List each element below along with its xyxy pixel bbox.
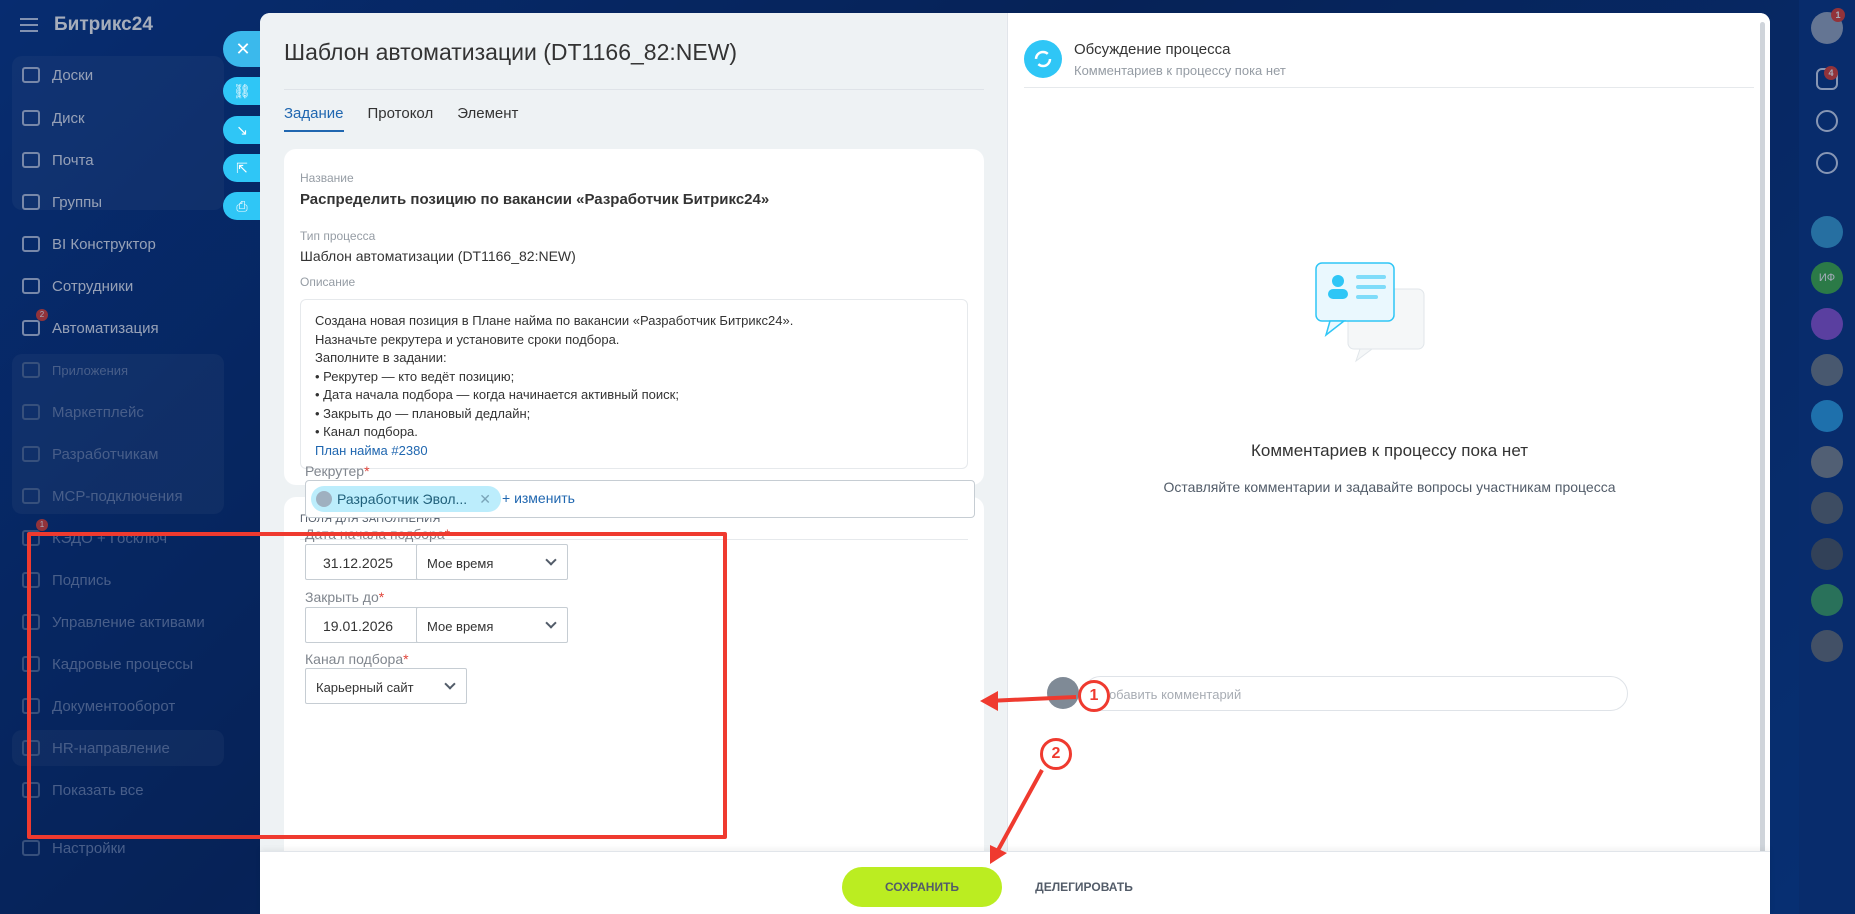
delegate-button[interactable]: ДЕЛЕГИРОВАТЬ bbox=[1028, 867, 1140, 907]
tab-element[interactable]: Элемент bbox=[457, 105, 518, 132]
tab-protocol[interactable]: Протокол bbox=[368, 105, 434, 132]
description-line: • Канал подбора. bbox=[315, 424, 418, 439]
recruiter-label: Рекрутер* bbox=[305, 463, 370, 479]
hiring-plan-link[interactable]: План найма #2380 bbox=[315, 442, 953, 461]
empty-comments-illustration bbox=[1315, 262, 1425, 363]
discussion-icon bbox=[1024, 40, 1062, 78]
fields-highlight-box bbox=[27, 532, 727, 839]
description-line: Создана новая позиция в Плане найма по в… bbox=[315, 313, 794, 328]
remove-icon[interactable]: ✕ bbox=[479, 491, 491, 507]
copy-link-button[interactable]: ⛓ bbox=[223, 77, 261, 105]
open-new-window-button[interactable]: ⇱ bbox=[223, 154, 261, 182]
description-line: Заполните в задании: bbox=[315, 350, 447, 365]
print-button[interactable]: ⎙ bbox=[223, 192, 261, 220]
annotation-marker-2: 2 bbox=[1040, 738, 1072, 770]
print-icon: ⎙ bbox=[236, 197, 248, 214]
footer-bar: СОХРАНИТЬ ДЕЛЕГИРОВАТЬ bbox=[260, 851, 1770, 914]
description-line: • Дата начала подбора — когда начинается… bbox=[315, 387, 679, 402]
description-box: Создана новая позиция в Плане найма по в… bbox=[300, 299, 968, 469]
external-link-icon: ⇱ bbox=[236, 159, 248, 176]
empty-state-subtitle: Оставляйте комментарии и задавайте вопро… bbox=[1163, 479, 1616, 495]
page-title: Шаблон автоматизации (DT1166_82:NEW) bbox=[284, 39, 738, 65]
name-label: Название bbox=[300, 171, 354, 185]
comment-input[interactable]: Добавить комментарий bbox=[1083, 676, 1628, 711]
minimize-button[interactable]: ↘ bbox=[223, 116, 261, 144]
name-value: Распределить позицию по вакансии «Разраб… bbox=[300, 191, 770, 208]
description-label: Описание bbox=[300, 275, 356, 289]
close-slider-button[interactable]: ✕ bbox=[223, 31, 263, 67]
recruiter-field[interactable]: Разработчик Эвол... ✕ + изменить bbox=[305, 480, 975, 518]
minimize-icon: ↘ bbox=[236, 121, 248, 138]
close-icon: ✕ bbox=[235, 38, 251, 59]
annotation-marker-1: 1 bbox=[1078, 680, 1110, 712]
description-line: • Закрыть до — плановый дедлайн; bbox=[315, 405, 531, 421]
task-info-card: Название Распределить позицию по ваканси… bbox=[284, 149, 984, 485]
discussion-subtitle: Комментариев к процессу пока нет bbox=[1074, 63, 1286, 78]
type-label: Тип процесса bbox=[300, 229, 376, 243]
discussion-title: Обсуждение процесса bbox=[1074, 41, 1231, 58]
recruiter-chip[interactable]: Разработчик Эвол... ✕ bbox=[311, 486, 501, 512]
user-avatar-icon bbox=[316, 491, 332, 507]
tab-task[interactable]: Задание bbox=[284, 105, 344, 132]
scrollbar[interactable] bbox=[1760, 22, 1765, 892]
type-value: Шаблон автоматизации (DT1166_82:NEW) bbox=[300, 248, 576, 264]
empty-state-title: Комментариев к процессу пока нет bbox=[1251, 441, 1528, 460]
description-line: • Рекрутер — кто ведёт позицию; bbox=[315, 368, 515, 384]
discussion-panel: Обсуждение процесса Комментариев к проце… bbox=[1007, 13, 1770, 914]
description-line: Назначьте рекрутера и установите сроки п… bbox=[315, 331, 620, 347]
tabs: Задание Протокол Элемент bbox=[284, 105, 518, 132]
save-button[interactable]: СОХРАНИТЬ bbox=[842, 867, 1002, 907]
refresh-icon bbox=[1034, 50, 1052, 68]
change-recruiter-link[interactable]: + изменить bbox=[502, 490, 575, 506]
link-icon: ⛓ bbox=[233, 82, 251, 99]
divider bbox=[1024, 87, 1754, 88]
current-user-avatar bbox=[1047, 677, 1079, 709]
divider bbox=[284, 89, 984, 90]
